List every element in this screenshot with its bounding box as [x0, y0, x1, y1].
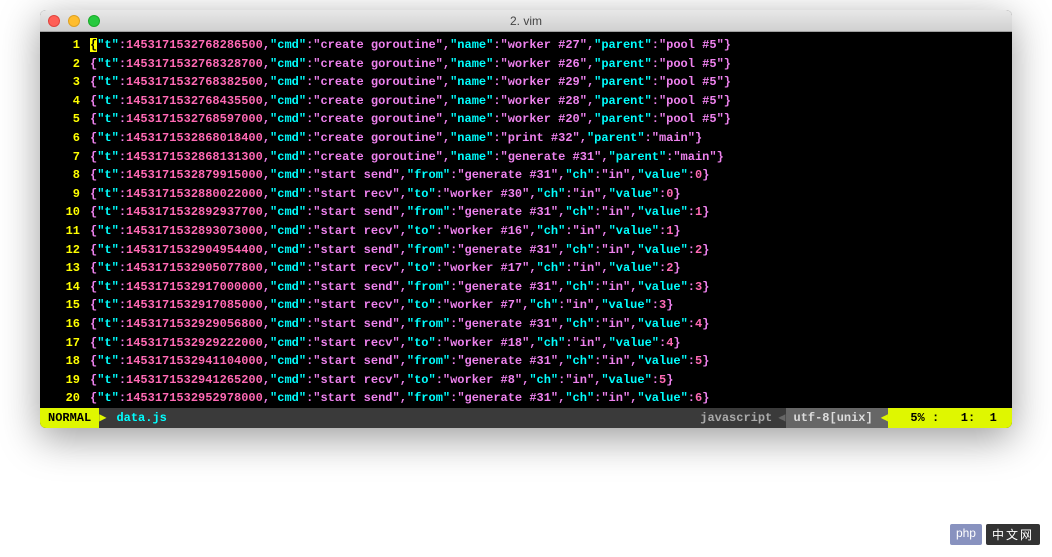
editor-line[interactable]: 16{"t":1453171532929056800,"cmd":"start … — [48, 315, 1004, 334]
line-number: 16 — [48, 315, 90, 334]
line-number: 4 — [48, 92, 90, 111]
line-number: 14 — [48, 278, 90, 297]
line-content: {"t":1453171532917085000,"cmd":"start re… — [90, 296, 1004, 315]
editor-line[interactable]: 6{"t":1453171532868018400,"cmd":"create … — [48, 129, 1004, 148]
line-content: {"t":1453171532941104000,"cmd":"start se… — [90, 352, 1004, 371]
editor-line[interactable]: 7{"t":1453171532868131300,"cmd":"create … — [48, 148, 1004, 167]
line-number: 9 — [48, 185, 90, 204]
line-content: {"t":1453171532929222000,"cmd":"start re… — [90, 334, 1004, 353]
line-content: {"t":1453171532880022000,"cmd":"start re… — [90, 185, 1004, 204]
line-number: 3 — [48, 73, 90, 92]
filetype: javascript — [694, 408, 778, 428]
line-number: 10 — [48, 203, 90, 222]
watermark-badge: php 中文网 — [950, 524, 1040, 545]
line-content: {"t":1453171532905077800,"cmd":"start re… — [90, 259, 1004, 278]
editor-line[interactable]: 5{"t":1453171532768597000,"cmd":"create … — [48, 110, 1004, 129]
line-number: 17 — [48, 334, 90, 353]
encoding: utf-8[unix] — [786, 408, 881, 428]
close-icon[interactable] — [48, 15, 60, 27]
editor-line[interactable]: 2{"t":1453171532768328700,"cmd":"create … — [48, 55, 1004, 74]
editor-line[interactable]: 13{"t":1453171532905077800,"cmd":"start … — [48, 259, 1004, 278]
line-content: {"t":1453171532768286500,"cmd":"create g… — [90, 36, 1004, 55]
line-content: {"t":1453171532768435500,"cmd":"create g… — [90, 92, 1004, 111]
editor-line[interactable]: 19{"t":1453171532941265200,"cmd":"start … — [48, 371, 1004, 390]
line-content: {"t":1453171532941265200,"cmd":"start re… — [90, 371, 1004, 390]
editor-line[interactable]: 1{"t":1453171532768286500,"cmd":"create … — [48, 36, 1004, 55]
powerline-separator-icon: ◀ — [778, 408, 785, 428]
status-bar: NORMAL ▶ data.js javascript ◀ utf-8[unix… — [40, 408, 1012, 428]
line-content: {"t":1453171532768328700,"cmd":"create g… — [90, 55, 1004, 74]
editor-line[interactable]: 11{"t":1453171532893073000,"cmd":"start … — [48, 222, 1004, 241]
editor-line[interactable]: 8{"t":1453171532879915000,"cmd":"start s… — [48, 166, 1004, 185]
powerline-separator-icon: ◀ — [881, 408, 888, 428]
window-title: 2. vim — [510, 14, 542, 28]
line-number: 8 — [48, 166, 90, 185]
vim-mode: NORMAL — [40, 408, 99, 428]
line-number: 11 — [48, 222, 90, 241]
line-number: 2 — [48, 55, 90, 74]
line-number: 13 — [48, 259, 90, 278]
minimize-icon[interactable] — [68, 15, 80, 27]
line-number: 6 — [48, 129, 90, 148]
line-content: {"t":1453171532952978000,"cmd":"start se… — [90, 389, 1004, 408]
editor-line[interactable]: 9{"t":1453171532880022000,"cmd":"start r… — [48, 185, 1004, 204]
line-content: {"t":1453171532917000000,"cmd":"start se… — [90, 278, 1004, 297]
editor-line[interactable]: 10{"t":1453171532892937700,"cmd":"start … — [48, 203, 1004, 222]
editor-line[interactable]: 4{"t":1453171532768435500,"cmd":"create … — [48, 92, 1004, 111]
line-content: {"t":1453171532929056800,"cmd":"start se… — [90, 315, 1004, 334]
editor-line[interactable]: 20{"t":1453171532952978000,"cmd":"start … — [48, 389, 1004, 408]
editor-line[interactable]: 14{"t":1453171532917000000,"cmd":"start … — [48, 278, 1004, 297]
line-content: {"t":1453171532892937700,"cmd":"start se… — [90, 203, 1004, 222]
line-content: {"t":1453171532904954400,"cmd":"start se… — [90, 241, 1004, 260]
line-content: {"t":1453171532893073000,"cmd":"start re… — [90, 222, 1004, 241]
line-number: 5 — [48, 110, 90, 129]
cursor-position: 5% : 1: 1 — [888, 408, 1012, 428]
terminal-window: 2. vim 1{"t":1453171532768286500,"cmd":"… — [40, 10, 1012, 428]
filename: data.js — [108, 408, 694, 428]
cn-badge: 中文网 — [986, 524, 1040, 545]
line-number: 19 — [48, 371, 90, 390]
editor-viewport[interactable]: 1{"t":1453171532768286500,"cmd":"create … — [40, 32, 1012, 408]
line-content: {"t":1453171532868018400,"cmd":"create g… — [90, 129, 1004, 148]
line-number: 7 — [48, 148, 90, 167]
line-content: {"t":1453171532768382500,"cmd":"create g… — [90, 73, 1004, 92]
line-number: 1 — [48, 36, 90, 55]
line-number: 20 — [48, 389, 90, 408]
editor-line[interactable]: 18{"t":1453171532941104000,"cmd":"start … — [48, 352, 1004, 371]
editor-line[interactable]: 17{"t":1453171532929222000,"cmd":"start … — [48, 334, 1004, 353]
line-number: 12 — [48, 241, 90, 260]
editor-line[interactable]: 3{"t":1453171532768382500,"cmd":"create … — [48, 73, 1004, 92]
line-content: {"t":1453171532868131300,"cmd":"create g… — [90, 148, 1004, 167]
line-number: 18 — [48, 352, 90, 371]
editor-line[interactable]: 12{"t":1453171532904954400,"cmd":"start … — [48, 241, 1004, 260]
line-content: {"t":1453171532879915000,"cmd":"start se… — [90, 166, 1004, 185]
line-content: {"t":1453171532768597000,"cmd":"create g… — [90, 110, 1004, 129]
titlebar[interactable]: 2. vim — [40, 10, 1012, 32]
line-number: 15 — [48, 296, 90, 315]
php-badge: php — [950, 524, 982, 545]
maximize-icon[interactable] — [88, 15, 100, 27]
editor-line[interactable]: 15{"t":1453171532917085000,"cmd":"start … — [48, 296, 1004, 315]
powerline-separator-icon: ▶ — [99, 408, 108, 428]
traffic-lights — [48, 15, 100, 27]
